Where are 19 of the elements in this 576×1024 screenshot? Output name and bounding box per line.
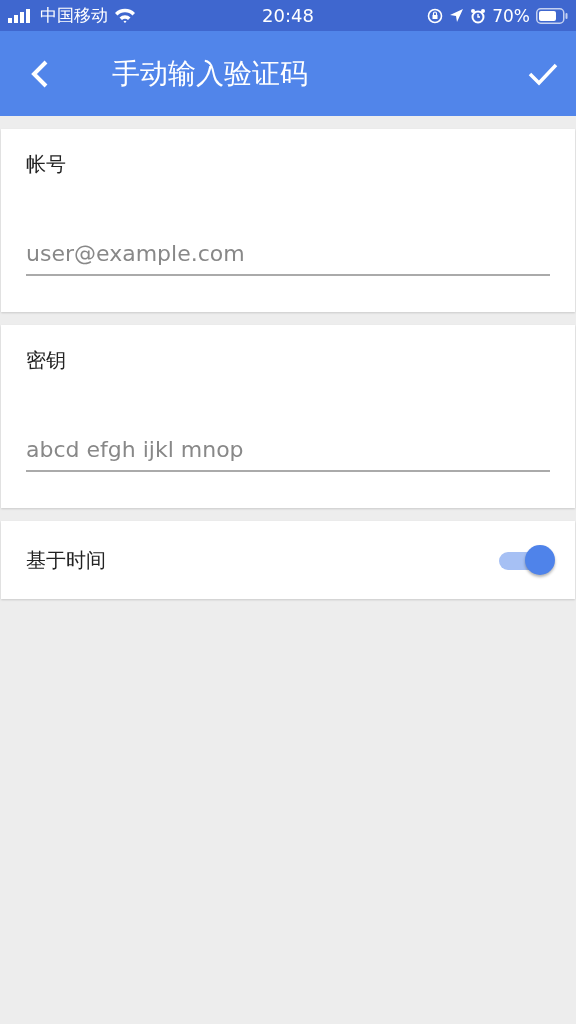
confirm-button[interactable] [528, 61, 558, 86]
toggle-switch[interactable] [499, 543, 555, 577]
field-label: 密钥 [26, 347, 67, 374]
back-button[interactable] [30, 58, 50, 89]
battery-icon [536, 7, 568, 24]
input-field[interactable]: abcd efgh ijkl mnop [26, 431, 550, 472]
carrier-name: 中国移动 [40, 4, 108, 27]
toggle-label: 基于时间 [26, 546, 106, 574]
back-icon [30, 58, 50, 89]
location-icon [449, 8, 465, 23]
clock-time: 20:48 [262, 5, 314, 26]
alarm-icon [470, 7, 487, 24]
rotation-lock-icon [427, 7, 444, 24]
screen-title: 手动输入验证码 [112, 55, 309, 92]
input-field[interactable]: user@example.com [26, 235, 550, 276]
wifi-icon [114, 7, 136, 24]
field-label: 帐号 [26, 151, 67, 178]
battery-percent: 70% [492, 5, 530, 26]
check-icon [528, 61, 558, 86]
